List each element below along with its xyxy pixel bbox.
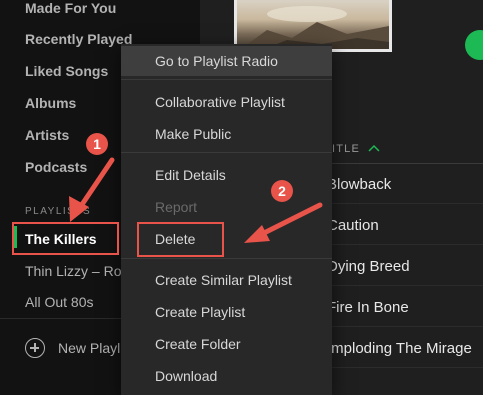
annotation-badge-2: 2: [271, 180, 293, 202]
annotation-badge-1: 1: [86, 133, 108, 155]
annotation-arrows: [69, 157, 323, 243]
